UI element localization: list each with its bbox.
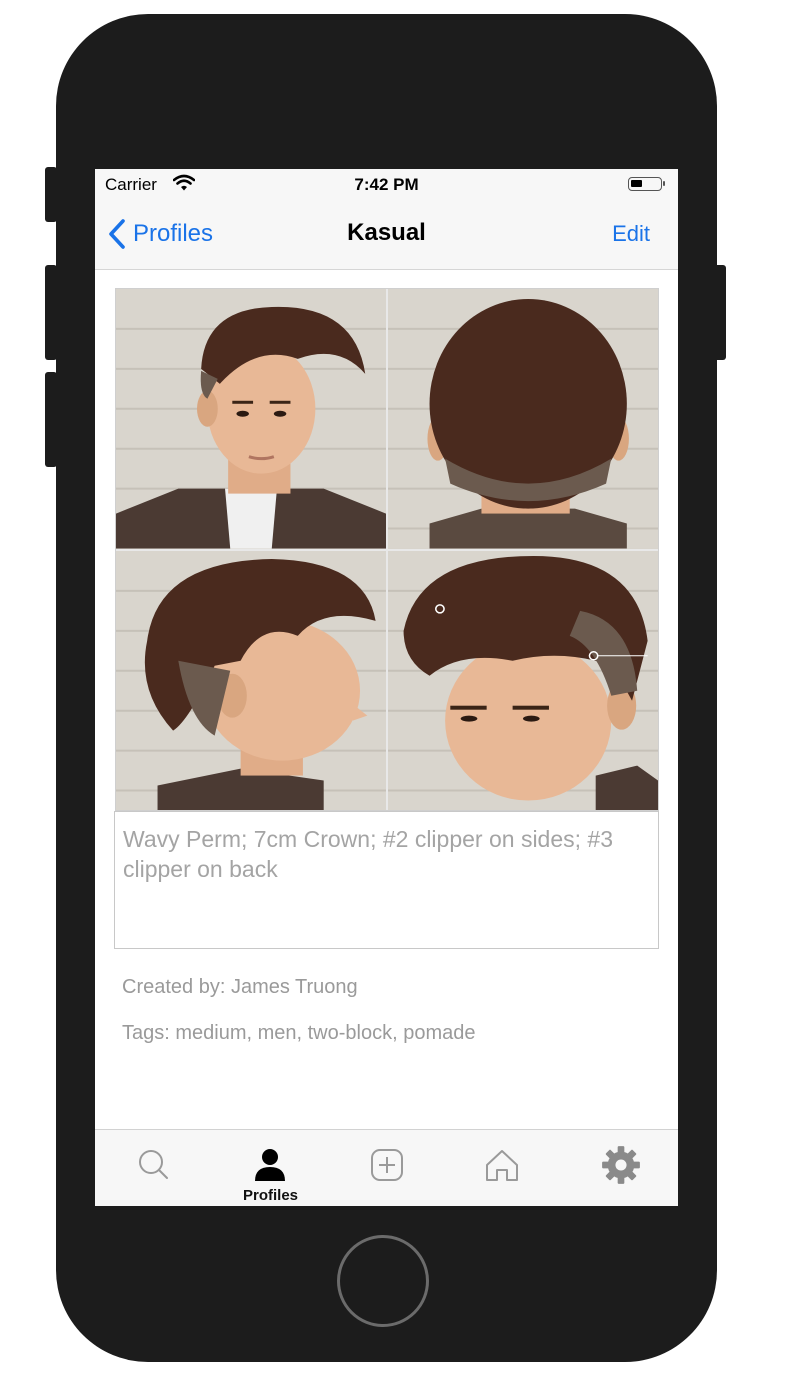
status-bar: Carrier 7:42 PM <box>95 169 678 201</box>
notes-field[interactable]: Wavy Perm; 7cm Crown; #2 clipper on side… <box>114 811 659 949</box>
search-icon <box>139 1150 168 1179</box>
status-time: 7:42 PM <box>354 175 419 194</box>
home-icon <box>486 1150 518 1181</box>
created-by-label: Created by: James Truong <box>122 976 358 998</box>
screen: Carrier 7:42 PM Profiles Kasual Edit Wav… <box>95 169 678 1206</box>
tab-profiles-label: Profiles <box>242 1187 299 1204</box>
power-button <box>714 265 726 360</box>
tab-settings[interactable] <box>563 1130 678 1206</box>
home-button[interactable] <box>337 1235 429 1327</box>
mute-switch <box>45 167 57 222</box>
hairstyle-front-photo[interactable] <box>116 289 386 549</box>
tab-profiles[interactable]: Profiles <box>212 1130 329 1206</box>
tab-bar: Profiles <box>95 1129 678 1206</box>
battery-icon <box>628 177 665 191</box>
photo-grid <box>115 288 659 811</box>
person-icon <box>255 1149 285 1181</box>
tab-search[interactable] <box>95 1130 212 1206</box>
add-icon <box>371 1149 403 1181</box>
hairstyle-side-photo[interactable] <box>116 550 386 810</box>
edit-button[interactable]: Edit <box>612 221 650 247</box>
gear-icon <box>602 1146 640 1184</box>
volume-up-button <box>45 265 57 360</box>
hairstyle-back-photo[interactable] <box>388 289 658 549</box>
navigation-bar: Profiles Kasual Edit <box>95 201 678 270</box>
hairstyle-angled-photo[interactable] <box>388 550 658 810</box>
page-title: Kasual <box>347 219 426 246</box>
volume-down-button <box>45 372 57 467</box>
tags-label: Tags: medium, men, two-block, pomade <box>122 1022 476 1044</box>
tab-add[interactable] <box>329 1130 446 1206</box>
tab-home[interactable] <box>446 1130 563 1206</box>
